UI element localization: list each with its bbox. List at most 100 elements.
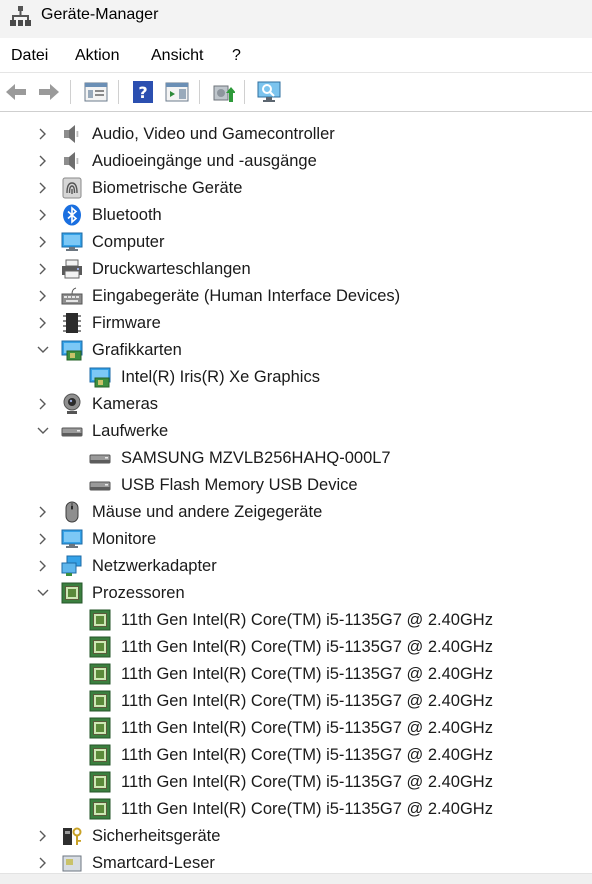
expand-chevron-icon[interactable] (36, 262, 50, 276)
drive-icon (89, 454, 111, 464)
tree-item-label: SAMSUNG MZVLB256HAHQ-000L7 (121, 449, 391, 467)
expand-chevron-icon[interactable] (36, 235, 50, 249)
window-title: Geräte-Manager (41, 6, 159, 23)
tree-device[interactable]: 11th Gen Intel(R) Core(TM) i5-1135G7 @ 2… (0, 769, 592, 796)
back-icon[interactable] (4, 80, 28, 104)
drive-icon (61, 427, 83, 437)
tree-item-label: Biometrische Geräte (92, 179, 243, 197)
collapse-chevron-icon[interactable] (36, 586, 50, 600)
tree-device[interactable]: SAMSUNG MZVLB256HAHQ-000L7 (0, 445, 592, 472)
tree-item-label: 11th Gen Intel(R) Core(TM) i5-1135G7 @ 2… (121, 611, 493, 629)
expand-chevron-icon[interactable] (36, 154, 50, 168)
tree-category[interactable]: Druckwarteschlangen (0, 256, 592, 283)
tree-item-label: Kameras (92, 395, 159, 413)
tree-category[interactable]: Grafikkarten (0, 337, 592, 364)
toolbar-separator (244, 80, 245, 104)
title-bar: Geräte-Manager (0, 0, 592, 38)
tree-item-label: 11th Gen Intel(R) Core(TM) i5-1135G7 @ 2… (121, 746, 493, 764)
menu-bar: Datei Aktion Ansicht ? (0, 38, 592, 72)
security-device-icon (63, 827, 82, 845)
expand-chevron-icon[interactable] (36, 208, 50, 222)
speaker-icon (64, 125, 79, 143)
tree-item-label: 11th Gen Intel(R) Core(TM) i5-1135G7 @ 2… (121, 638, 493, 656)
expand-chevron-icon[interactable] (36, 559, 50, 573)
tree-item-label: 11th Gen Intel(R) Core(TM) i5-1135G7 @ 2… (121, 800, 493, 818)
tree-item-label: Audio, Video und Gamecontroller (92, 125, 335, 143)
tree-item-label: Intel(R) Iris(R) Xe Graphics (121, 368, 320, 386)
tree-device[interactable]: 11th Gen Intel(R) Core(TM) i5-1135G7 @ 2… (0, 661, 592, 688)
processor-icon (89, 744, 111, 766)
tree-item-label: 11th Gen Intel(R) Core(TM) i5-1135G7 @ 2… (121, 692, 493, 710)
expand-chevron-icon[interactable] (36, 829, 50, 843)
tree-category[interactable]: Laufwerke (0, 418, 592, 445)
tree-item-label: Prozessoren (92, 584, 185, 602)
menu-ansicht[interactable]: Ansicht (151, 47, 203, 65)
scan-hardware-icon[interactable] (257, 80, 281, 104)
processor-icon (89, 609, 111, 631)
tree-device[interactable]: 11th Gen Intel(R) Core(TM) i5-1135G7 @ 2… (0, 607, 592, 634)
mouse-icon (65, 501, 79, 523)
smartcard-reader-icon (62, 855, 82, 872)
tree-category[interactable]: Sicherheitsgeräte (0, 823, 592, 850)
expand-chevron-icon[interactable] (36, 397, 50, 411)
tree-category[interactable]: Bluetooth (0, 202, 592, 229)
tree-item-label: Smartcard-Leser (92, 854, 215, 872)
properties-view-icon[interactable] (84, 80, 108, 104)
tree-category[interactable]: Firmware (0, 310, 592, 337)
processor-icon (89, 717, 111, 739)
tree-item-label: USB Flash Memory USB Device (121, 476, 358, 494)
action-pane-icon[interactable] (165, 80, 189, 104)
processor-icon (89, 798, 111, 820)
tree-category[interactable]: Mäuse und andere Zeigegeräte (0, 499, 592, 526)
expand-chevron-icon[interactable] (36, 316, 50, 330)
processor-icon (89, 663, 111, 685)
horizontal-scrollbar[interactable] (0, 873, 592, 884)
expand-chevron-icon[interactable] (36, 127, 50, 141)
expand-chevron-icon[interactable] (36, 181, 50, 195)
collapse-chevron-icon[interactable] (36, 343, 50, 357)
tree-category[interactable]: Eingabegeräte (Human Interface Devices) (0, 283, 592, 310)
tree-device[interactable]: USB Flash Memory USB Device (0, 472, 592, 499)
tree-item-label: Sicherheitsgeräte (92, 827, 221, 845)
forward-icon[interactable] (37, 80, 61, 104)
chip-icon (63, 313, 81, 333)
tree-item-label: Mäuse und andere Zeigegeräte (92, 503, 323, 521)
tree-category[interactable]: Monitore (0, 526, 592, 553)
menu-aktion[interactable]: Aktion (75, 47, 119, 65)
tree-category[interactable]: Audio, Video und Gamecontroller (0, 121, 592, 148)
tree-device[interactable]: 11th Gen Intel(R) Core(TM) i5-1135G7 @ 2… (0, 715, 592, 742)
tree-device[interactable]: 11th Gen Intel(R) Core(TM) i5-1135G7 @ 2… (0, 634, 592, 661)
tree-category[interactable]: Prozessoren (0, 580, 592, 607)
expand-chevron-icon[interactable] (36, 856, 50, 870)
collapse-chevron-icon[interactable] (36, 424, 50, 438)
toolbar: ? (0, 72, 592, 112)
expand-chevron-icon[interactable] (36, 289, 50, 303)
tree-category[interactable]: Kameras (0, 391, 592, 418)
tree-device[interactable]: Intel(R) Iris(R) Xe Graphics (0, 364, 592, 391)
tree-item-label: Firmware (92, 314, 161, 332)
webcam-icon (63, 393, 81, 414)
tree-device[interactable]: 11th Gen Intel(R) Core(TM) i5-1135G7 @ 2… (0, 688, 592, 715)
menu-help[interactable]: ? (232, 47, 241, 65)
tree-item-label: 11th Gen Intel(R) Core(TM) i5-1135G7 @ 2… (121, 773, 493, 791)
help-icon[interactable]: ? (131, 80, 155, 104)
tree-category[interactable]: Biometrische Geräte (0, 175, 592, 202)
tree-device[interactable]: 11th Gen Intel(R) Core(TM) i5-1135G7 @ 2… (0, 742, 592, 769)
update-driver-icon[interactable] (211, 80, 235, 104)
monitor-icon (61, 232, 83, 251)
menu-datei[interactable]: Datei (11, 47, 48, 65)
tree-category[interactable]: Computer (0, 229, 592, 256)
tree-category[interactable]: Audioeingänge und -ausgänge (0, 148, 592, 175)
expand-chevron-icon[interactable] (36, 505, 50, 519)
tree-item-label: Bluetooth (92, 206, 162, 224)
toolbar-separator (70, 80, 71, 104)
printer-icon (62, 259, 82, 279)
expand-chevron-icon[interactable] (36, 532, 50, 546)
toolbar-separator (118, 80, 119, 104)
processor-icon (61, 582, 83, 604)
processor-icon (89, 771, 111, 793)
tree-item-label: Eingabegeräte (Human Interface Devices) (92, 287, 401, 305)
tree-item-label: 11th Gen Intel(R) Core(TM) i5-1135G7 @ 2… (121, 665, 493, 683)
tree-category[interactable]: Netzwerkadapter (0, 553, 592, 580)
tree-device[interactable]: 11th Gen Intel(R) Core(TM) i5-1135G7 @ 2… (0, 796, 592, 823)
